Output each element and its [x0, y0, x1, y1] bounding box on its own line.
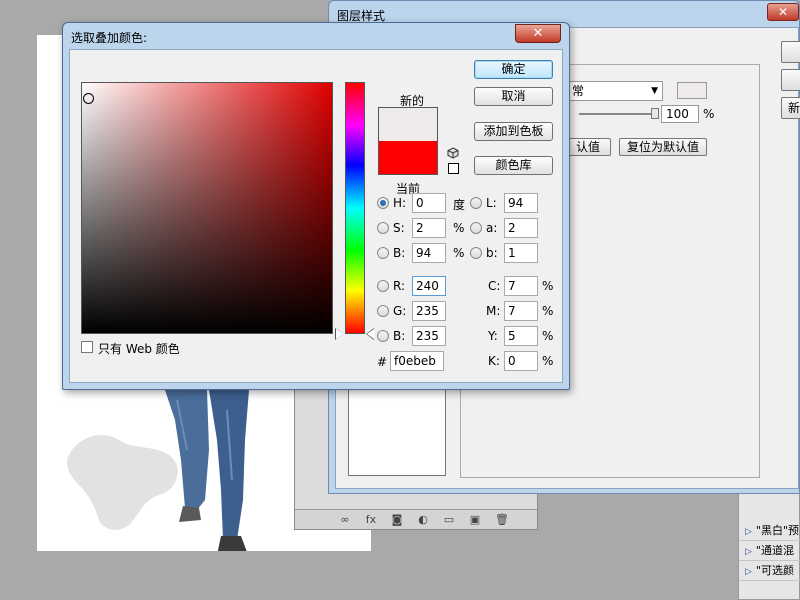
adjustment-icon[interactable]: ◐	[417, 513, 429, 526]
color-field-marker[interactable]	[83, 93, 94, 104]
web-colors-only-checkbox[interactable]	[81, 341, 93, 353]
y-input[interactable]: 5	[504, 326, 538, 346]
color-picker-dialog: 选取叠加颜色: ✕ 新的 当前 确定 取消 添加到色板 颜色库 H: 0 度 S…	[62, 22, 570, 390]
close-button[interactable]: ✕	[767, 3, 799, 21]
expand-triangle-icon[interactable]: ▷	[745, 567, 752, 577]
rgb-b-label: B:	[393, 329, 406, 343]
link-icon[interactable]: ∞	[339, 513, 351, 526]
c-label: C:	[488, 279, 501, 293]
l-input[interactable]: 94	[504, 193, 538, 213]
new-style-button[interactable]: 新	[781, 97, 800, 119]
g-label: G:	[393, 304, 407, 318]
right-button-top[interactable]	[781, 41, 800, 63]
a-label: a:	[486, 221, 498, 235]
l-label: L:	[486, 196, 497, 210]
lab-b-label: b:	[486, 246, 498, 260]
h-unit: 度	[453, 198, 466, 212]
m-label: M:	[486, 304, 501, 318]
current-color-swatch[interactable]	[378, 141, 438, 175]
c-input[interactable]: 7	[504, 276, 538, 296]
action-item[interactable]: ▷ "通道混	[739, 541, 800, 561]
web-colors-only-label: 只有 Web 颜色	[98, 342, 180, 356]
h-label: H:	[393, 196, 407, 210]
add-to-swatches-button[interactable]: 添加到色板	[474, 122, 553, 141]
new-layer-icon[interactable]: ▣	[469, 513, 481, 526]
reset-default-button[interactable]: 复位为默认值	[619, 138, 707, 156]
lab-b-input[interactable]: 1	[504, 243, 538, 263]
hex-input[interactable]: f0ebeb	[390, 351, 444, 371]
y-label: Y:	[488, 329, 498, 343]
r-label: R:	[393, 279, 406, 293]
color-picker-body: 新的 当前 确定 取消 添加到色板 颜色库 H: 0 度 S: 2 % B: 9…	[69, 49, 563, 383]
hex-label: #	[377, 355, 388, 369]
action-item[interactable]: ▷ "可选颜	[739, 561, 800, 581]
cancel-button[interactable]: 取消	[474, 87, 553, 106]
right-button-middle[interactable]	[781, 69, 800, 91]
m-unit: %	[542, 304, 554, 318]
expand-triangle-icon[interactable]: ▷	[745, 527, 752, 537]
new-color-swatch	[378, 107, 438, 141]
chevron-down-icon: ▼	[651, 86, 658, 96]
opacity-slider-thumb[interactable]	[651, 108, 659, 119]
y-unit: %	[542, 329, 554, 343]
trash-icon[interactable]: 🗑	[495, 513, 509, 526]
s-label: S:	[393, 221, 405, 235]
opacity-input[interactable]: 100	[661, 105, 699, 123]
radio-a[interactable]	[470, 222, 482, 234]
b-unit: %	[453, 246, 465, 260]
action-item[interactable]: ▷ "黑白"预	[739, 521, 800, 541]
color-libraries-button[interactable]: 颜色库	[474, 156, 553, 175]
radio-lab-b[interactable]	[470, 247, 482, 259]
blend-mode-select[interactable]: 常 ▼	[567, 81, 663, 101]
radio-s[interactable]	[377, 222, 389, 234]
radio-b[interactable]	[377, 247, 389, 259]
layers-footer: ∞ fx ◙ ◐ ▭ ▣ 🗑	[295, 509, 537, 529]
actions-panel: ▷ "黑白"预 ▷ "通道混 ▷ "可选颜	[738, 490, 800, 600]
color-picker-title: 选取叠加颜色:	[71, 31, 148, 45]
k-input[interactable]: 0	[504, 351, 538, 371]
k-label: K:	[488, 354, 500, 368]
overlay-color-swatch[interactable]	[677, 82, 707, 99]
hue-slider[interactable]	[345, 82, 365, 334]
preview-box	[348, 388, 446, 476]
r-input[interactable]: 240	[412, 276, 446, 296]
rgb-b-input[interactable]: 235	[412, 326, 446, 346]
mask-icon[interactable]: ◙	[391, 513, 403, 526]
b-input[interactable]: 94	[412, 243, 446, 263]
radio-rgb-b[interactable]	[377, 330, 389, 342]
web-safe-swatch-icon[interactable]	[448, 163, 459, 174]
opacity-slider-track[interactable]	[579, 113, 659, 115]
opacity-unit: %	[703, 107, 715, 121]
hue-slider-arrow-right-icon[interactable]	[367, 329, 374, 339]
radio-g[interactable]	[377, 305, 389, 317]
k-unit: %	[542, 354, 554, 368]
a-input[interactable]: 2	[504, 218, 538, 238]
fx-icon[interactable]: fx	[365, 513, 377, 526]
ok-button[interactable]: 确定	[474, 60, 553, 79]
g-input[interactable]: 235	[412, 301, 446, 321]
gamut-warning-cube-icon[interactable]	[447, 147, 459, 159]
radio-l[interactable]	[470, 197, 482, 209]
expand-triangle-icon[interactable]: ▷	[745, 547, 752, 557]
hue-slider-arrow-left-icon[interactable]	[336, 329, 343, 339]
close-button[interactable]: ✕	[515, 24, 561, 43]
m-input[interactable]: 7	[504, 301, 538, 321]
s-unit: %	[453, 221, 465, 235]
radio-h[interactable]	[377, 197, 389, 209]
h-input[interactable]: 0	[412, 193, 446, 213]
c-unit: %	[542, 279, 554, 293]
folder-icon[interactable]: ▭	[443, 513, 455, 526]
s-input[interactable]: 2	[412, 218, 446, 238]
radio-r[interactable]	[377, 280, 389, 292]
b-label: B:	[393, 246, 406, 260]
set-default-button[interactable]: 认值	[565, 138, 611, 156]
saturation-brightness-field[interactable]	[81, 82, 333, 334]
person-legs-image	[165, 390, 249, 551]
